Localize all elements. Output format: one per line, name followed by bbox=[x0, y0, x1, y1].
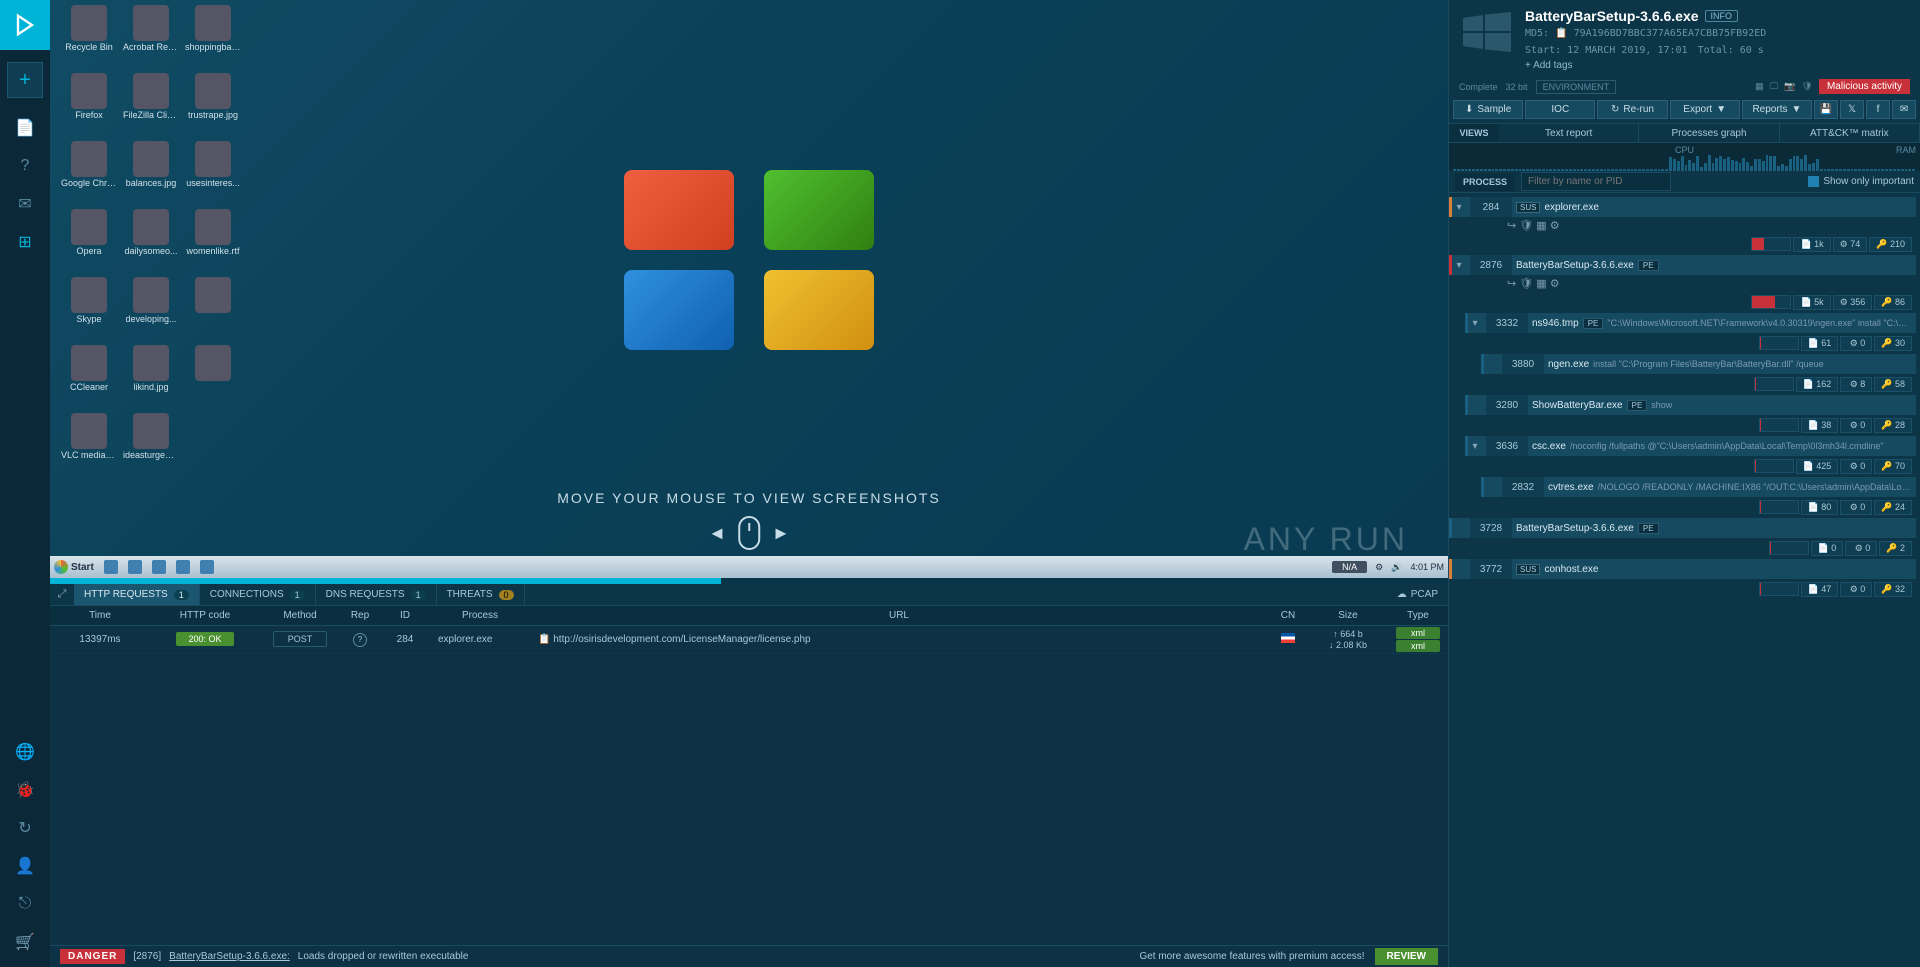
desktop-icon: balances.jpg bbox=[122, 141, 180, 199]
logo[interactable] bbox=[0, 0, 50, 50]
process-filter-input[interactable] bbox=[1521, 172, 1671, 191]
add-button[interactable]: + bbox=[7, 62, 43, 98]
desktop-icon: shoppingbar... bbox=[184, 5, 242, 63]
danger-bar: DANGER [2876] BatteryBarSetup-3.6.6.exe:… bbox=[50, 945, 1448, 967]
shield-icon[interactable]: 🛡 bbox=[1802, 81, 1813, 92]
network-tab[interactable]: CONNECTIONS1 bbox=[200, 584, 316, 605]
table-body: 13397ms 200: OK POST ? 284 explorer.exe … bbox=[50, 626, 1448, 945]
nav-user-icon[interactable]: 👤 bbox=[15, 856, 35, 876]
desktop-icon: usesinteres... bbox=[184, 141, 242, 199]
nav-help-icon[interactable]: ? bbox=[15, 156, 35, 176]
process-row[interactable]: ▾284SUSexplorer.exe bbox=[1449, 197, 1916, 217]
show-important-toggle[interactable]: Show only important bbox=[1808, 176, 1914, 187]
start-button: Start bbox=[54, 560, 94, 574]
desktop-icon: FileZilla Client bbox=[122, 73, 180, 131]
right-panel: BatteryBarSetup-3.6.6.exe INFO MD5: 📋 79… bbox=[1448, 0, 1920, 967]
process-row[interactable]: 3772SUSconhost.exe bbox=[1449, 559, 1916, 579]
twitter-icon[interactable]: 𝕏 bbox=[1840, 100, 1864, 119]
add-tags-button[interactable]: + Add tags bbox=[1525, 60, 1573, 71]
process-row[interactable]: ▾3636csc.exe/noconfig /fullpaths @"C:\Us… bbox=[1465, 436, 1916, 456]
taskbar: Start N/A ⚙🔊 4:01 PM bbox=[50, 556, 1448, 578]
process-tree: ▾284SUSexplorer.exe↪ 🛡 ▦ ⚙ 📄 1k ⚙ 74 🔑 2… bbox=[1449, 193, 1920, 967]
mouse-hint-text: MOVE YOUR MOUSE TO VIEW SCREENSHOTS bbox=[557, 490, 941, 506]
sidebar-left: + 📄 ? ✉ ⊞ 🌐 🐞 ↻ 👤 ⎋ 🛒 bbox=[0, 0, 50, 967]
nav-file-icon[interactable]: 📄 bbox=[15, 118, 35, 138]
facebook-icon[interactable]: f bbox=[1866, 100, 1890, 119]
sample-button[interactable]: ⬇ Sample bbox=[1453, 100, 1523, 119]
table-header: Time HTTP code Method Rep ID Process URL… bbox=[50, 606, 1448, 626]
table-row[interactable]: 13397ms 200: OK POST ? 284 explorer.exe … bbox=[50, 626, 1448, 654]
nav-bug-icon[interactable]: 🐞 bbox=[15, 780, 35, 800]
process-row[interactable]: ▾3332ns946.tmpPE"C:\Windows\Microsoft.NE… bbox=[1465, 313, 1916, 333]
text-report-tab[interactable]: Text report bbox=[1499, 124, 1639, 142]
views-label: VIEWS bbox=[1449, 124, 1499, 142]
desktop-icon: CCleaner bbox=[60, 345, 118, 403]
desktop-icon: Recycle Bin bbox=[60, 5, 118, 63]
processes-graph-tab[interactable]: Processes graph bbox=[1639, 124, 1779, 142]
desktop-icon: developing... bbox=[122, 277, 180, 335]
network-tabs: ⤢ HTTP REQUESTS1CONNECTIONS1DNS REQUESTS… bbox=[50, 584, 1448, 606]
danger-badge: DANGER bbox=[60, 949, 125, 964]
watermark: ANY RUN bbox=[1244, 521, 1408, 558]
grid-icon[interactable]: ▦ bbox=[1755, 81, 1764, 92]
desktop-icon: likind.jpg bbox=[122, 345, 180, 403]
ioc-button[interactable]: IOC bbox=[1525, 100, 1595, 119]
sample-title: BatteryBarSetup-3.6.6.exe bbox=[1525, 8, 1699, 24]
arrow-left-icon[interactable]: ◄ bbox=[708, 523, 726, 544]
desktop-icon: ideasturgearh... bbox=[122, 413, 180, 471]
screenshot-viewer[interactable]: Recycle BinAcrobat Reader DCshoppingbar.… bbox=[50, 0, 1448, 578]
desktop-icon: womenlike.rtf bbox=[184, 209, 242, 267]
desktop-icon: VLC media player bbox=[60, 413, 118, 471]
desktop-icon: Acrobat Reader DC bbox=[122, 5, 180, 63]
desktop-icon: Google Chrome bbox=[60, 141, 118, 199]
pcap-button[interactable]: ☁ PCAP bbox=[1387, 589, 1448, 600]
nav-windows-icon[interactable]: ⊞ bbox=[15, 232, 35, 252]
attack-matrix-tab[interactable]: ATT&CK™ matrix bbox=[1780, 124, 1920, 142]
desktop-icon: Skype bbox=[60, 277, 118, 335]
network-tab[interactable]: THREATS0 bbox=[437, 584, 525, 605]
mouse-icon bbox=[738, 516, 760, 550]
environment-button[interactable]: ENVIRONMENT bbox=[1536, 80, 1617, 94]
network-tab[interactable]: DNS REQUESTS1 bbox=[316, 584, 437, 605]
windows-logo-icon bbox=[1459, 8, 1515, 56]
chevron-down-icon[interactable]: ▾ bbox=[1452, 202, 1466, 213]
export-button[interactable]: Export ▼ bbox=[1670, 100, 1740, 119]
chevron-down-icon[interactable]: ▾ bbox=[1468, 318, 1482, 329]
desktop-icon: dailysomeo... bbox=[122, 209, 180, 267]
process-row[interactable]: 3280ShowBatteryBar.exePEshow bbox=[1465, 395, 1916, 415]
nav-globe-icon[interactable]: 🌐 bbox=[15, 742, 35, 762]
monitor-icon[interactable]: 🖵 bbox=[1770, 81, 1779, 92]
email-icon[interactable]: ✉ bbox=[1892, 100, 1916, 119]
save-icon[interactable]: 💾 bbox=[1814, 100, 1838, 119]
nav-mail-icon[interactable]: ✉ bbox=[15, 194, 35, 214]
desktop-icon bbox=[184, 345, 242, 403]
desktop-icon: Opera bbox=[60, 209, 118, 267]
process-row[interactable]: 3728BatteryBarSetup-3.6.6.exePE bbox=[1449, 518, 1916, 538]
cpu-ram-chart: CPU RAM bbox=[1449, 143, 1920, 171]
desktop-icon: trustrape.jpg bbox=[184, 73, 242, 131]
nav-refresh-icon[interactable]: ↻ bbox=[15, 818, 35, 838]
process-row[interactable]: 2832cvtres.exe/NOLOGO /READONLY /MACHINE… bbox=[1481, 477, 1916, 497]
arrow-right-icon[interactable]: ► bbox=[772, 523, 790, 544]
desktop-icon bbox=[184, 277, 242, 335]
process-row[interactable]: 3880ngen.exeinstall "C:\Program Files\Ba… bbox=[1481, 354, 1916, 374]
nav-logout-icon[interactable]: ⎋ bbox=[15, 894, 35, 914]
chevron-down-icon[interactable]: ▾ bbox=[1452, 260, 1466, 271]
process-label: PROCESS bbox=[1455, 173, 1515, 191]
reports-button[interactable]: Reports ▼ bbox=[1742, 100, 1812, 119]
network-tab[interactable]: HTTP REQUESTS1 bbox=[74, 584, 200, 605]
info-badge[interactable]: INFO bbox=[1705, 10, 1739, 22]
process-row[interactable]: ▾2876BatteryBarSetup-3.6.6.exePE bbox=[1449, 255, 1916, 275]
malicious-badge: Malicious activity bbox=[1819, 79, 1910, 94]
camera-icon[interactable]: 📷 bbox=[1784, 81, 1795, 92]
chevron-down-icon[interactable]: ▾ bbox=[1468, 441, 1482, 452]
expand-icon[interactable]: ⤢ bbox=[50, 584, 74, 605]
desktop-icon: Firefox bbox=[60, 73, 118, 131]
timeline[interactable] bbox=[50, 578, 1448, 584]
review-button[interactable]: REVIEW bbox=[1375, 948, 1438, 965]
rerun-button[interactable]: ↻ Re-run bbox=[1597, 100, 1667, 119]
nav-cart-icon[interactable]: 🛒 bbox=[15, 932, 35, 952]
